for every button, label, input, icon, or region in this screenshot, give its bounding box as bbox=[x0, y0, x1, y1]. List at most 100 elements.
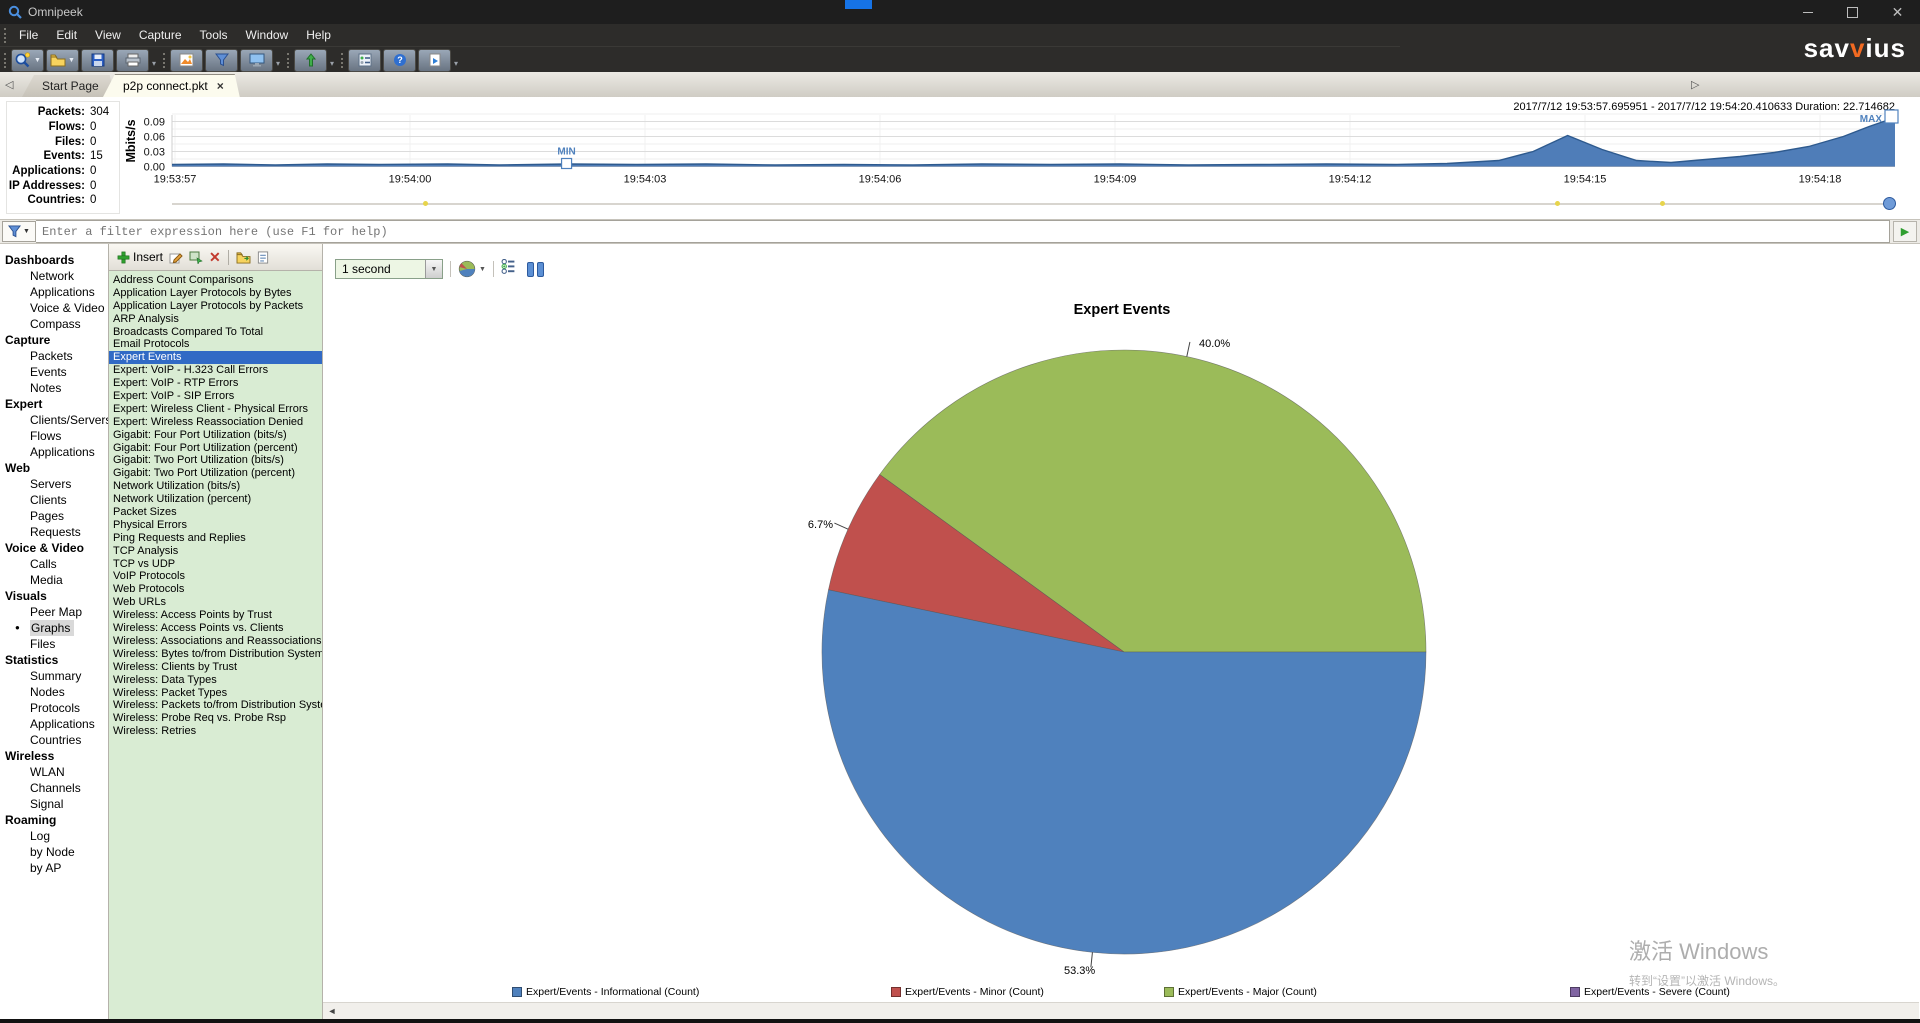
filter-expression-input[interactable] bbox=[36, 220, 1890, 243]
toolbar-overflow-icon[interactable]: ▾ bbox=[276, 59, 280, 68]
graph-list-item[interactable]: Gigabit: Two Port Utilization (bits/s) bbox=[109, 454, 322, 467]
sidebar-item-network[interactable]: Network bbox=[0, 268, 108, 284]
graph-list-item[interactable]: Address Count Comparisons bbox=[109, 274, 322, 287]
graph-list-item[interactable]: Gigabit: Four Port Utilization (bits/s) bbox=[109, 429, 322, 442]
display-options-button[interactable] bbox=[348, 49, 381, 72]
graph-list-item[interactable]: Wireless: Packets to/from Distribution S… bbox=[109, 699, 322, 712]
graph-list-item[interactable]: Expert: VoIP - SIP Errors bbox=[109, 390, 322, 403]
sidebar-item-peer-map[interactable]: Peer Map bbox=[0, 604, 108, 620]
graph-list-item[interactable]: Packet Sizes bbox=[109, 506, 322, 519]
graph-list-item[interactable]: Wireless: Retries bbox=[109, 725, 322, 738]
graph-list-item[interactable]: Expert: VoIP - RTP Errors bbox=[109, 377, 322, 390]
tab-start-page[interactable]: Start Page bbox=[22, 75, 115, 97]
start-page-button[interactable] bbox=[418, 49, 451, 72]
graph-list-item[interactable]: Web Protocols bbox=[109, 583, 322, 596]
menu-edit[interactable]: Edit bbox=[47, 24, 86, 46]
sidebar-item-calls[interactable]: Calls bbox=[0, 556, 108, 572]
pie-chart[interactable] bbox=[323, 244, 1920, 1019]
sidebar-item-applications[interactable]: Applications bbox=[0, 444, 108, 460]
filter-settings-button[interactable] bbox=[205, 49, 238, 72]
export-graph-button[interactable] bbox=[257, 251, 269, 264]
graph-list-item[interactable]: Network Utilization (bits/s) bbox=[109, 480, 322, 493]
sidebar-item-files[interactable]: Files bbox=[0, 636, 108, 652]
graph-list-item[interactable]: Web URLs bbox=[109, 596, 322, 609]
sidebar-item-log[interactable]: Log bbox=[0, 828, 108, 844]
sidebar-item-by-node[interactable]: by Node bbox=[0, 844, 108, 860]
timeline-scrollbar[interactable] bbox=[172, 203, 1888, 205]
sidebar-item-clients-servers[interactable]: Clients/Servers bbox=[0, 412, 108, 428]
sidebar-item-compass[interactable]: Compass bbox=[0, 316, 108, 332]
toolbar-overflow-icon[interactable]: ▾ bbox=[330, 59, 334, 68]
sidebar-item-graphs[interactable]: ●Graphs bbox=[0, 620, 108, 636]
sidebar-item-voice-video[interactable]: Voice & Video bbox=[0, 300, 108, 316]
graph-list-item[interactable]: Wireless: Access Points by Trust bbox=[109, 609, 322, 622]
open-file-button[interactable]: ▼ bbox=[46, 49, 79, 72]
graph-list-item[interactable]: ARP Analysis bbox=[109, 313, 322, 326]
sidebar-item-media[interactable]: Media bbox=[0, 572, 108, 588]
graph-list-item[interactable]: Application Layer Protocols by Packets bbox=[109, 300, 322, 313]
menu-file[interactable]: File bbox=[10, 24, 47, 46]
graph-list-item[interactable]: Expert: VoIP - H.323 Call Errors bbox=[109, 364, 322, 377]
graph-list-item[interactable]: TCP vs UDP bbox=[109, 558, 322, 571]
tab-close-icon[interactable]: × bbox=[217, 79, 224, 93]
tab-scroll-left-icon[interactable]: ◁ bbox=[5, 78, 13, 91]
graph-list-item[interactable]: Wireless: Packet Types bbox=[109, 687, 322, 700]
sidebar-item-servers[interactable]: Servers bbox=[0, 476, 108, 492]
graph-list-item[interactable]: Broadcasts Compared To Total bbox=[109, 326, 322, 339]
sidebar-item-protocols[interactable]: Protocols bbox=[0, 700, 108, 716]
graph-list-item[interactable]: Gigabit: Four Port Utilization (percent) bbox=[109, 442, 322, 455]
graph-list-item[interactable]: Wireless: Data Types bbox=[109, 674, 322, 687]
sidebar-item-by-ap[interactable]: by AP bbox=[0, 860, 108, 876]
capture-options-button[interactable] bbox=[170, 49, 203, 72]
graph-list-item[interactable]: Expert: Wireless Client - Physical Error… bbox=[109, 403, 322, 416]
help-button[interactable]: ? bbox=[383, 49, 416, 72]
sidebar-item-countries[interactable]: Countries bbox=[0, 732, 108, 748]
sidebar-item-requests[interactable]: Requests bbox=[0, 524, 108, 540]
horizontal-scrollbar[interactable]: ◄ bbox=[323, 1002, 1919, 1019]
sidebar-item-notes[interactable]: Notes bbox=[0, 380, 108, 396]
sidebar-item-flows[interactable]: Flows bbox=[0, 428, 108, 444]
sidebar-item-packets[interactable]: Packets bbox=[0, 348, 108, 364]
sidebar-item-events[interactable]: Events bbox=[0, 364, 108, 380]
apply-filter-button[interactable]: ▶ bbox=[1893, 221, 1917, 242]
graph-list-item[interactable]: Wireless: Clients by Trust bbox=[109, 661, 322, 674]
graph-list-item[interactable]: Network Utilization (percent) bbox=[109, 493, 322, 506]
timeline-slider-knob[interactable] bbox=[1883, 197, 1896, 210]
menu-tools[interactable]: Tools bbox=[191, 24, 237, 46]
sidebar-item-summary[interactable]: Summary bbox=[0, 668, 108, 684]
maximize-button[interactable] bbox=[1830, 0, 1875, 24]
print-button[interactable] bbox=[116, 49, 149, 72]
sidebar-item-pages[interactable]: Pages bbox=[0, 508, 108, 524]
graph-list-item[interactable]: Expert: Wireless Reassociation Denied bbox=[109, 416, 322, 429]
monitor-view-button[interactable] bbox=[240, 49, 273, 72]
graph-list-item[interactable]: Ping Requests and Replies bbox=[109, 532, 322, 545]
import-graph-button[interactable] bbox=[236, 251, 251, 264]
sidebar-item-wlan[interactable]: WLAN bbox=[0, 764, 108, 780]
graph-list-item[interactable]: Wireless: Probe Req vs. Probe Rsp bbox=[109, 712, 322, 725]
graph-list-item[interactable]: Application Layer Protocols by Bytes bbox=[109, 287, 322, 300]
duplicate-graph-button[interactable] bbox=[189, 251, 203, 264]
menu-capture[interactable]: Capture bbox=[130, 24, 191, 46]
sidebar-item-applications[interactable]: Applications bbox=[0, 284, 108, 300]
graph-list-item[interactable]: Gigabit: Two Port Utilization (percent) bbox=[109, 467, 322, 480]
send-to-peer-button[interactable] bbox=[294, 49, 327, 72]
minimize-button[interactable] bbox=[1785, 0, 1830, 24]
sidebar-item-nodes[interactable]: Nodes bbox=[0, 684, 108, 700]
toolbar-overflow-icon[interactable]: ▾ bbox=[152, 59, 156, 68]
graph-list-item[interactable]: Email Protocols bbox=[109, 338, 322, 351]
tab-p2p-connect[interactable]: p2p connect.pkt × bbox=[103, 74, 240, 97]
graph-list-item[interactable]: Physical Errors bbox=[109, 519, 322, 532]
scroll-left-arrow-icon[interactable]: ◄ bbox=[323, 1006, 341, 1016]
delete-graph-button[interactable]: ✕ bbox=[209, 249, 221, 266]
close-button[interactable]: ✕ bbox=[1875, 0, 1920, 24]
toolbar-overflow-icon[interactable]: ▾ bbox=[454, 59, 458, 68]
menu-window[interactable]: Window bbox=[237, 24, 298, 46]
edit-graph-button[interactable] bbox=[169, 251, 183, 264]
menu-view[interactable]: View bbox=[86, 24, 130, 46]
graph-list-item[interactable]: Wireless: Access Points vs. Clients bbox=[109, 622, 322, 635]
menu-help[interactable]: Help bbox=[297, 24, 340, 46]
sidebar-item-applications[interactable]: Applications bbox=[0, 716, 108, 732]
graph-list-item[interactable]: Wireless: Bytes to/from Distribution Sys… bbox=[109, 648, 322, 661]
insert-graph-button[interactable]: Insert bbox=[117, 250, 163, 264]
graph-list-item[interactable]: Expert Events bbox=[109, 351, 322, 364]
